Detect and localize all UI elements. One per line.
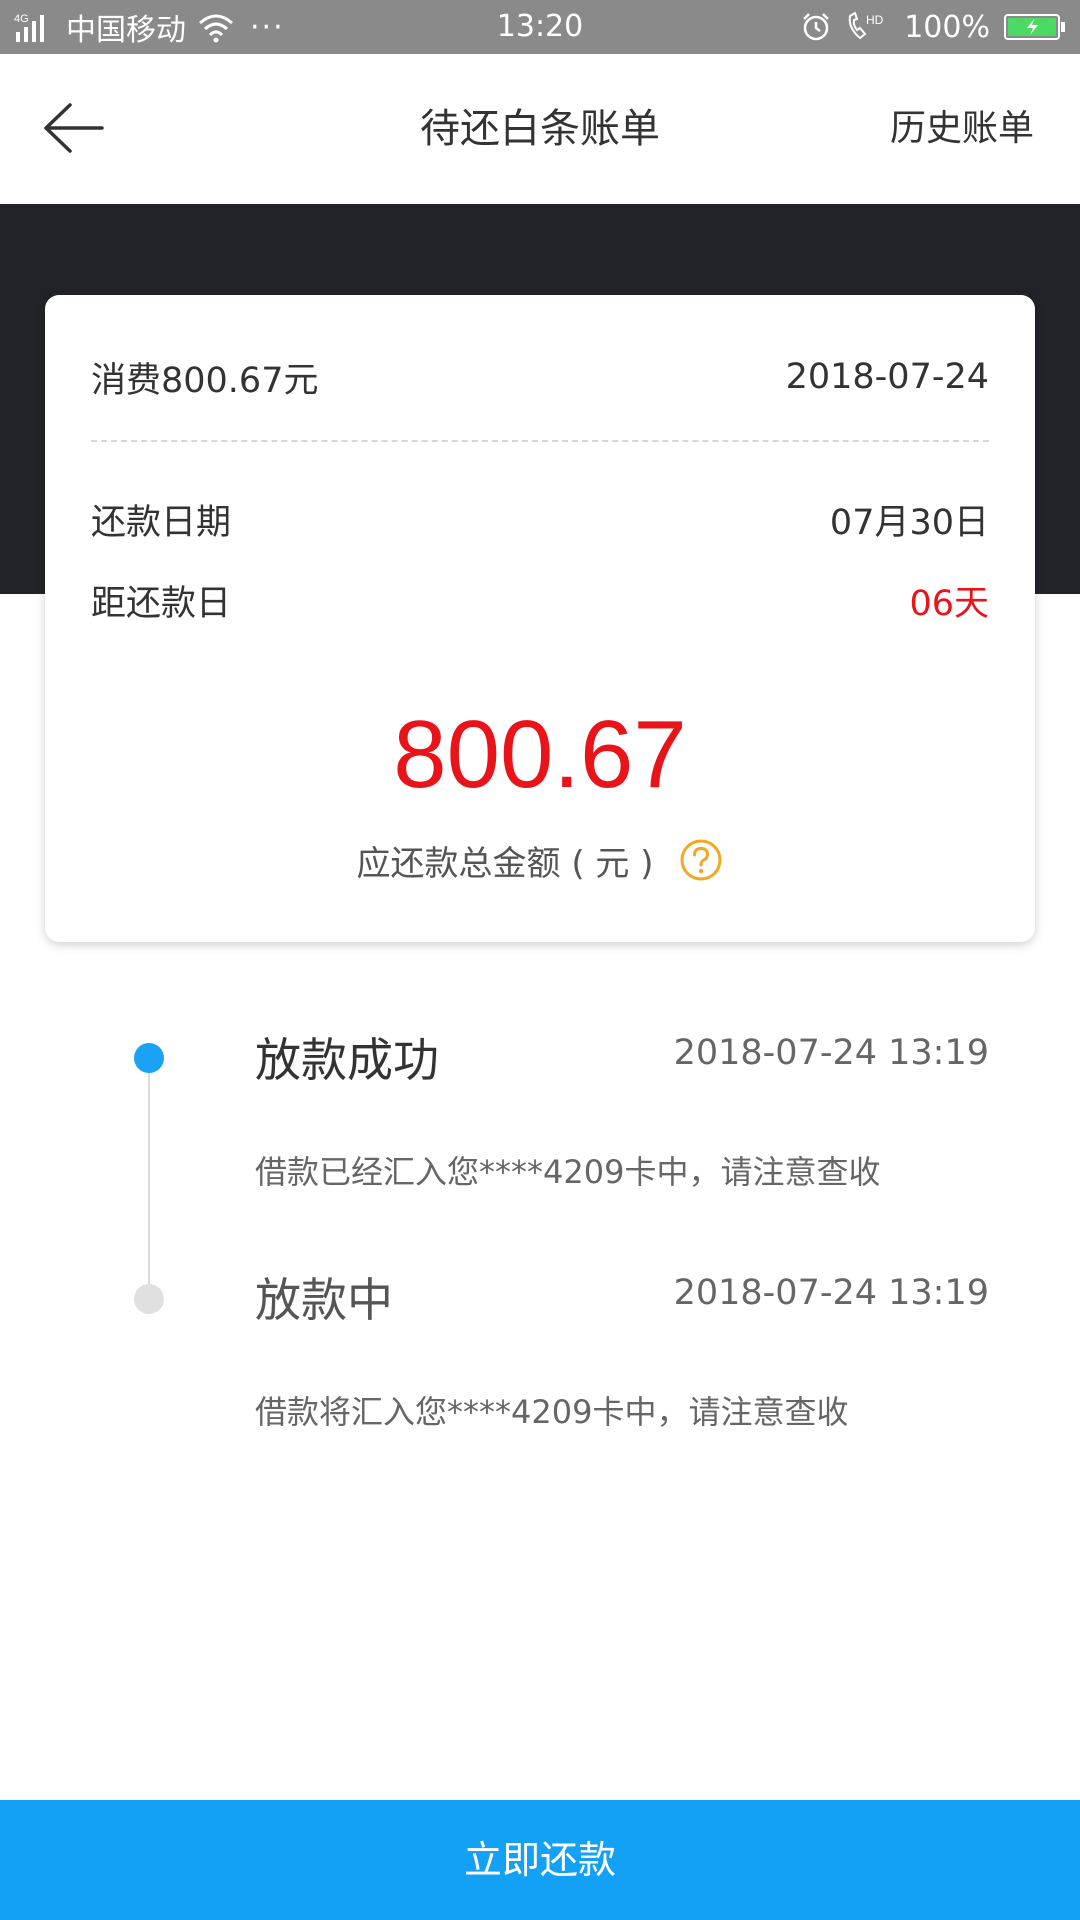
hd-call-icon: HD xyxy=(848,11,884,40)
due-date-label: 还款日期 xyxy=(91,502,232,543)
total-amount-label: 应还款总金额 ( 元 ) xyxy=(356,843,654,884)
timeline-step-description: 借款将汇入您****4209卡中，请注意查收 xyxy=(255,1393,849,1431)
timeline-step-title: 放款中 xyxy=(255,1273,393,1327)
timeline-dot-active xyxy=(134,1043,164,1073)
total-amount-caption: 应还款总金额 ( 元 ) xyxy=(45,835,1035,885)
timeline-dot-inactive xyxy=(134,1284,164,1314)
consume-amount-label: 消费800.67元 xyxy=(91,360,319,401)
due-date-value: 07月30日 xyxy=(829,502,989,543)
timeline-step-title: 放款成功 xyxy=(255,1033,439,1087)
loan-status-timeline: 放款成功 2018-07-24 13:19 借款已经汇入您****4209卡中，… xyxy=(0,1010,1080,1450)
svg-text:HD: HD xyxy=(866,13,884,27)
consume-row: 消费800.67元 2018-07-24 xyxy=(91,352,989,402)
nav-bar: 待还白条账单 历史账单 xyxy=(0,54,1080,204)
status-right: HD 100% xyxy=(800,0,1066,54)
days-left-value: 06天 xyxy=(909,583,989,624)
battery-charging-icon xyxy=(1004,14,1065,40)
help-icon[interactable] xyxy=(679,838,723,882)
status-bar: 4G 中国移动 ··· 13:20 HD 100% xyxy=(0,0,1080,54)
consume-date: 2018-07-24 xyxy=(785,357,989,397)
bill-card: 消费800.67元 2018-07-24 还款日期 07月30日 距还款日 06… xyxy=(45,295,1035,942)
alarm-icon xyxy=(803,13,830,41)
timeline-step-description: 借款已经汇入您****4209卡中，请注意查收 xyxy=(255,1153,881,1191)
dashed-divider xyxy=(91,440,989,442)
days-left-row: 距还款日 06天 xyxy=(91,575,989,625)
days-left-label: 距还款日 xyxy=(91,583,232,624)
repay-now-button[interactable]: 立即还款 xyxy=(0,1800,1080,1920)
timeline-connector xyxy=(148,1060,150,1300)
total-amount: 800.67 xyxy=(393,701,687,808)
history-bills-link[interactable]: 历史账单 xyxy=(890,54,1034,204)
timeline-step-time: 2018-07-24 13:19 xyxy=(673,1033,989,1073)
timeline-step-time: 2018-07-24 13:19 xyxy=(673,1273,989,1313)
due-date-row: 还款日期 07月30日 xyxy=(91,494,989,544)
battery-percent: 100% xyxy=(904,9,990,45)
